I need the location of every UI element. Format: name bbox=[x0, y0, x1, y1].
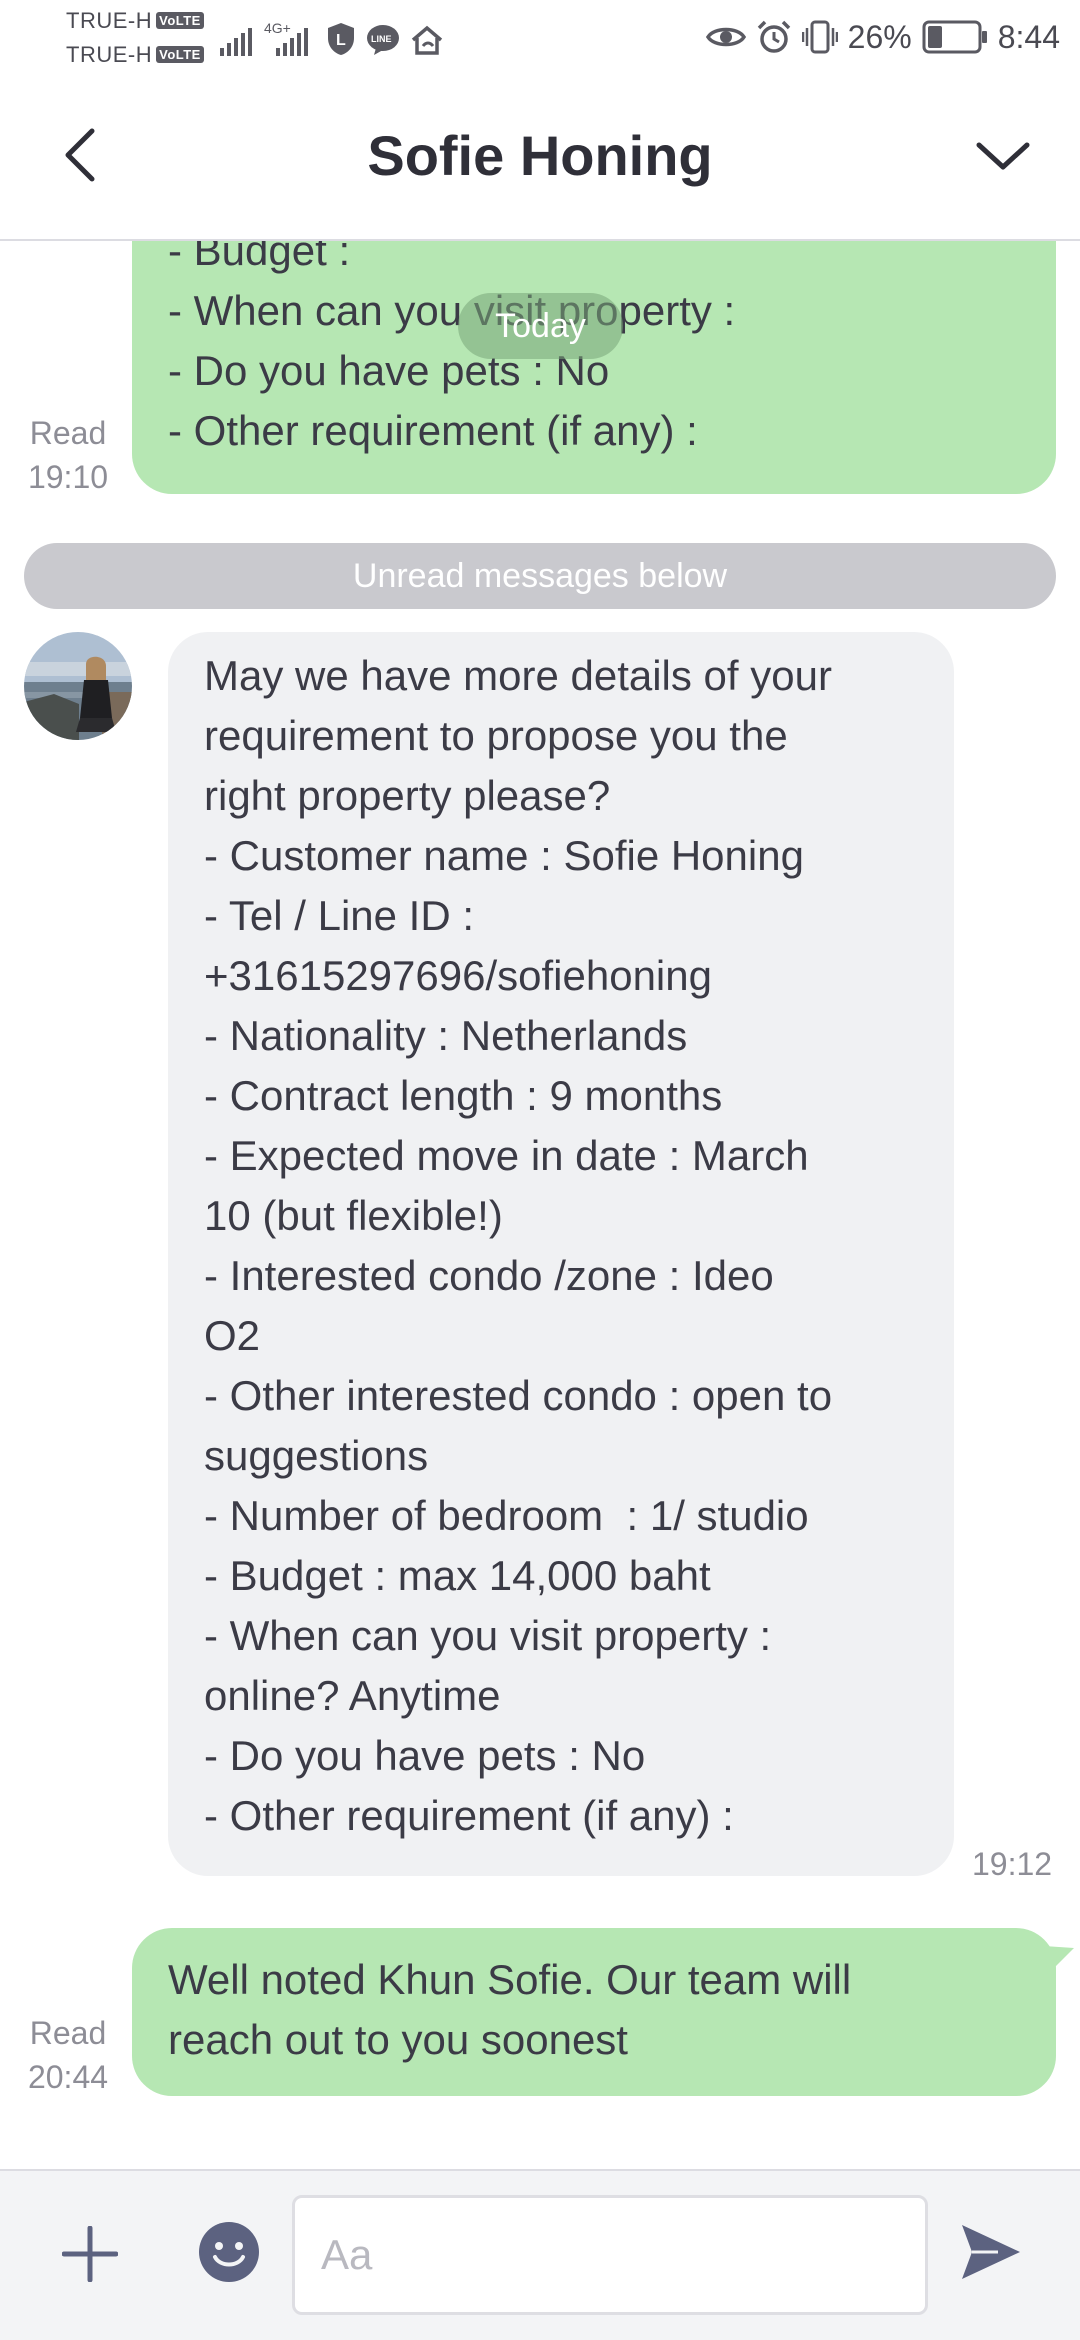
battery-icon bbox=[922, 20, 987, 54]
message-time: 20:44 bbox=[27, 2059, 109, 2095]
message-line: - Other requirement (if any) : bbox=[204, 1792, 734, 1839]
status-icons-right: 26% 8:44 bbox=[705, 12, 1060, 62]
emoji-button[interactable] bbox=[196, 2219, 262, 2285]
message-time: 19:10 bbox=[27, 459, 109, 495]
message-line: O2 bbox=[204, 1312, 261, 1359]
read-receipt: Read 19:10 bbox=[18, 411, 118, 499]
home-app-icon bbox=[411, 25, 443, 55]
message-line: online? Anytime bbox=[204, 1672, 501, 1719]
send-icon bbox=[962, 2225, 1020, 2279]
read-receipt: Read 20:44 bbox=[18, 2011, 118, 2099]
bubble-tail bbox=[1044, 1946, 1074, 1974]
emoji-icon bbox=[199, 2222, 259, 2282]
message-line: 10 (but flexible!) bbox=[204, 1192, 503, 1239]
plus-icon bbox=[62, 2226, 118, 2282]
eye-icon bbox=[705, 27, 746, 47]
volte-badge: VoLTE bbox=[156, 12, 204, 29]
status-bar: TRUE-H VoLTE TRUE-H VoLTE 4G+ L LINE 26%… bbox=[0, 0, 1080, 75]
expand-menu-button[interactable] bbox=[965, 120, 1040, 190]
read-label: Read bbox=[29, 2015, 107, 2051]
svg-text:L: L bbox=[336, 32, 346, 49]
signal-icon bbox=[220, 28, 252, 56]
status-icons-left: 4G+ L LINE bbox=[220, 16, 444, 56]
clock: 8:44 bbox=[997, 18, 1060, 55]
message-line: Well noted Khun Sofie. Our team will bbox=[168, 1956, 852, 2003]
outgoing-message-bubble[interactable]: - Budget : - When can you visit property… bbox=[132, 241, 1056, 494]
message-line: May we have more details of your bbox=[204, 652, 832, 699]
message-line: - Tel / Line ID : bbox=[204, 892, 475, 939]
message-composer bbox=[0, 2169, 1080, 2340]
carrier-1: TRUE-H VoLTE bbox=[66, 8, 204, 34]
signal-4g-icon: 4G+ bbox=[264, 20, 316, 56]
unread-divider: Unread messages below bbox=[24, 543, 1056, 609]
outgoing-message-bubble[interactable]: Well noted Khun Sofie. Our team will rea… bbox=[132, 1928, 1074, 2096]
message-time: 19:12 bbox=[972, 1846, 1053, 1882]
message-line: requirement to propose you the bbox=[204, 712, 788, 759]
message-line: - When can you visit property : bbox=[204, 1612, 772, 1659]
message-line: right property please? bbox=[204, 772, 611, 819]
carrier-2: TRUE-H VoLTE bbox=[66, 42, 204, 68]
message-line: - Do you have pets : No bbox=[204, 1732, 646, 1779]
attach-button[interactable] bbox=[55, 2219, 125, 2289]
volte-badge: VoLTE bbox=[156, 46, 204, 63]
svg-text:LINE: LINE bbox=[371, 34, 392, 44]
send-button[interactable] bbox=[958, 2219, 1028, 2289]
incoming-message-bubble[interactable]: May we have more details of your require… bbox=[168, 632, 954, 1876]
battery-percent: 26% bbox=[847, 18, 912, 55]
vibrate-icon bbox=[801, 20, 838, 54]
chat-header: Sofie Honing bbox=[0, 75, 1080, 241]
read-label: Read bbox=[29, 415, 107, 451]
alarm-icon bbox=[757, 20, 790, 53]
message-line: - Customer name : Sofie Honing bbox=[204, 832, 804, 879]
message-line: - Other interested condo : open to bbox=[204, 1372, 833, 1419]
message-list[interactable]: - Budget : - When can you visit property… bbox=[0, 241, 1080, 2169]
message-line: reach out to you soonest bbox=[168, 2016, 628, 2063]
message-line: - Contract length : 9 months bbox=[204, 1072, 723, 1119]
message-line: +31615297696/sofiehoning bbox=[204, 952, 712, 999]
chat-title[interactable]: Sofie Honing bbox=[0, 123, 1080, 188]
shield-app-icon: L bbox=[328, 23, 354, 55]
chevron-down-icon bbox=[976, 142, 1029, 170]
date-pill[interactable]: Today bbox=[458, 293, 623, 359]
message-line: - Budget : bbox=[168, 241, 351, 274]
message-line: - Other requirement (if any) : bbox=[168, 407, 698, 454]
message-line: - Number of bedroom : 1/ studio bbox=[204, 1492, 809, 1539]
contact-avatar[interactable] bbox=[24, 632, 132, 740]
message-line: suggestions bbox=[204, 1432, 429, 1479]
line-app-icon: LINE bbox=[367, 25, 399, 55]
message-line: - Budget : max 14,000 baht bbox=[204, 1552, 711, 1599]
message-line: - Expected move in date : March bbox=[204, 1132, 809, 1179]
message-line: - Interested condo /zone : Ideo bbox=[204, 1252, 774, 1299]
message-line: - Nationality : Netherlands bbox=[204, 1012, 688, 1059]
message-input[interactable] bbox=[292, 2195, 928, 2315]
